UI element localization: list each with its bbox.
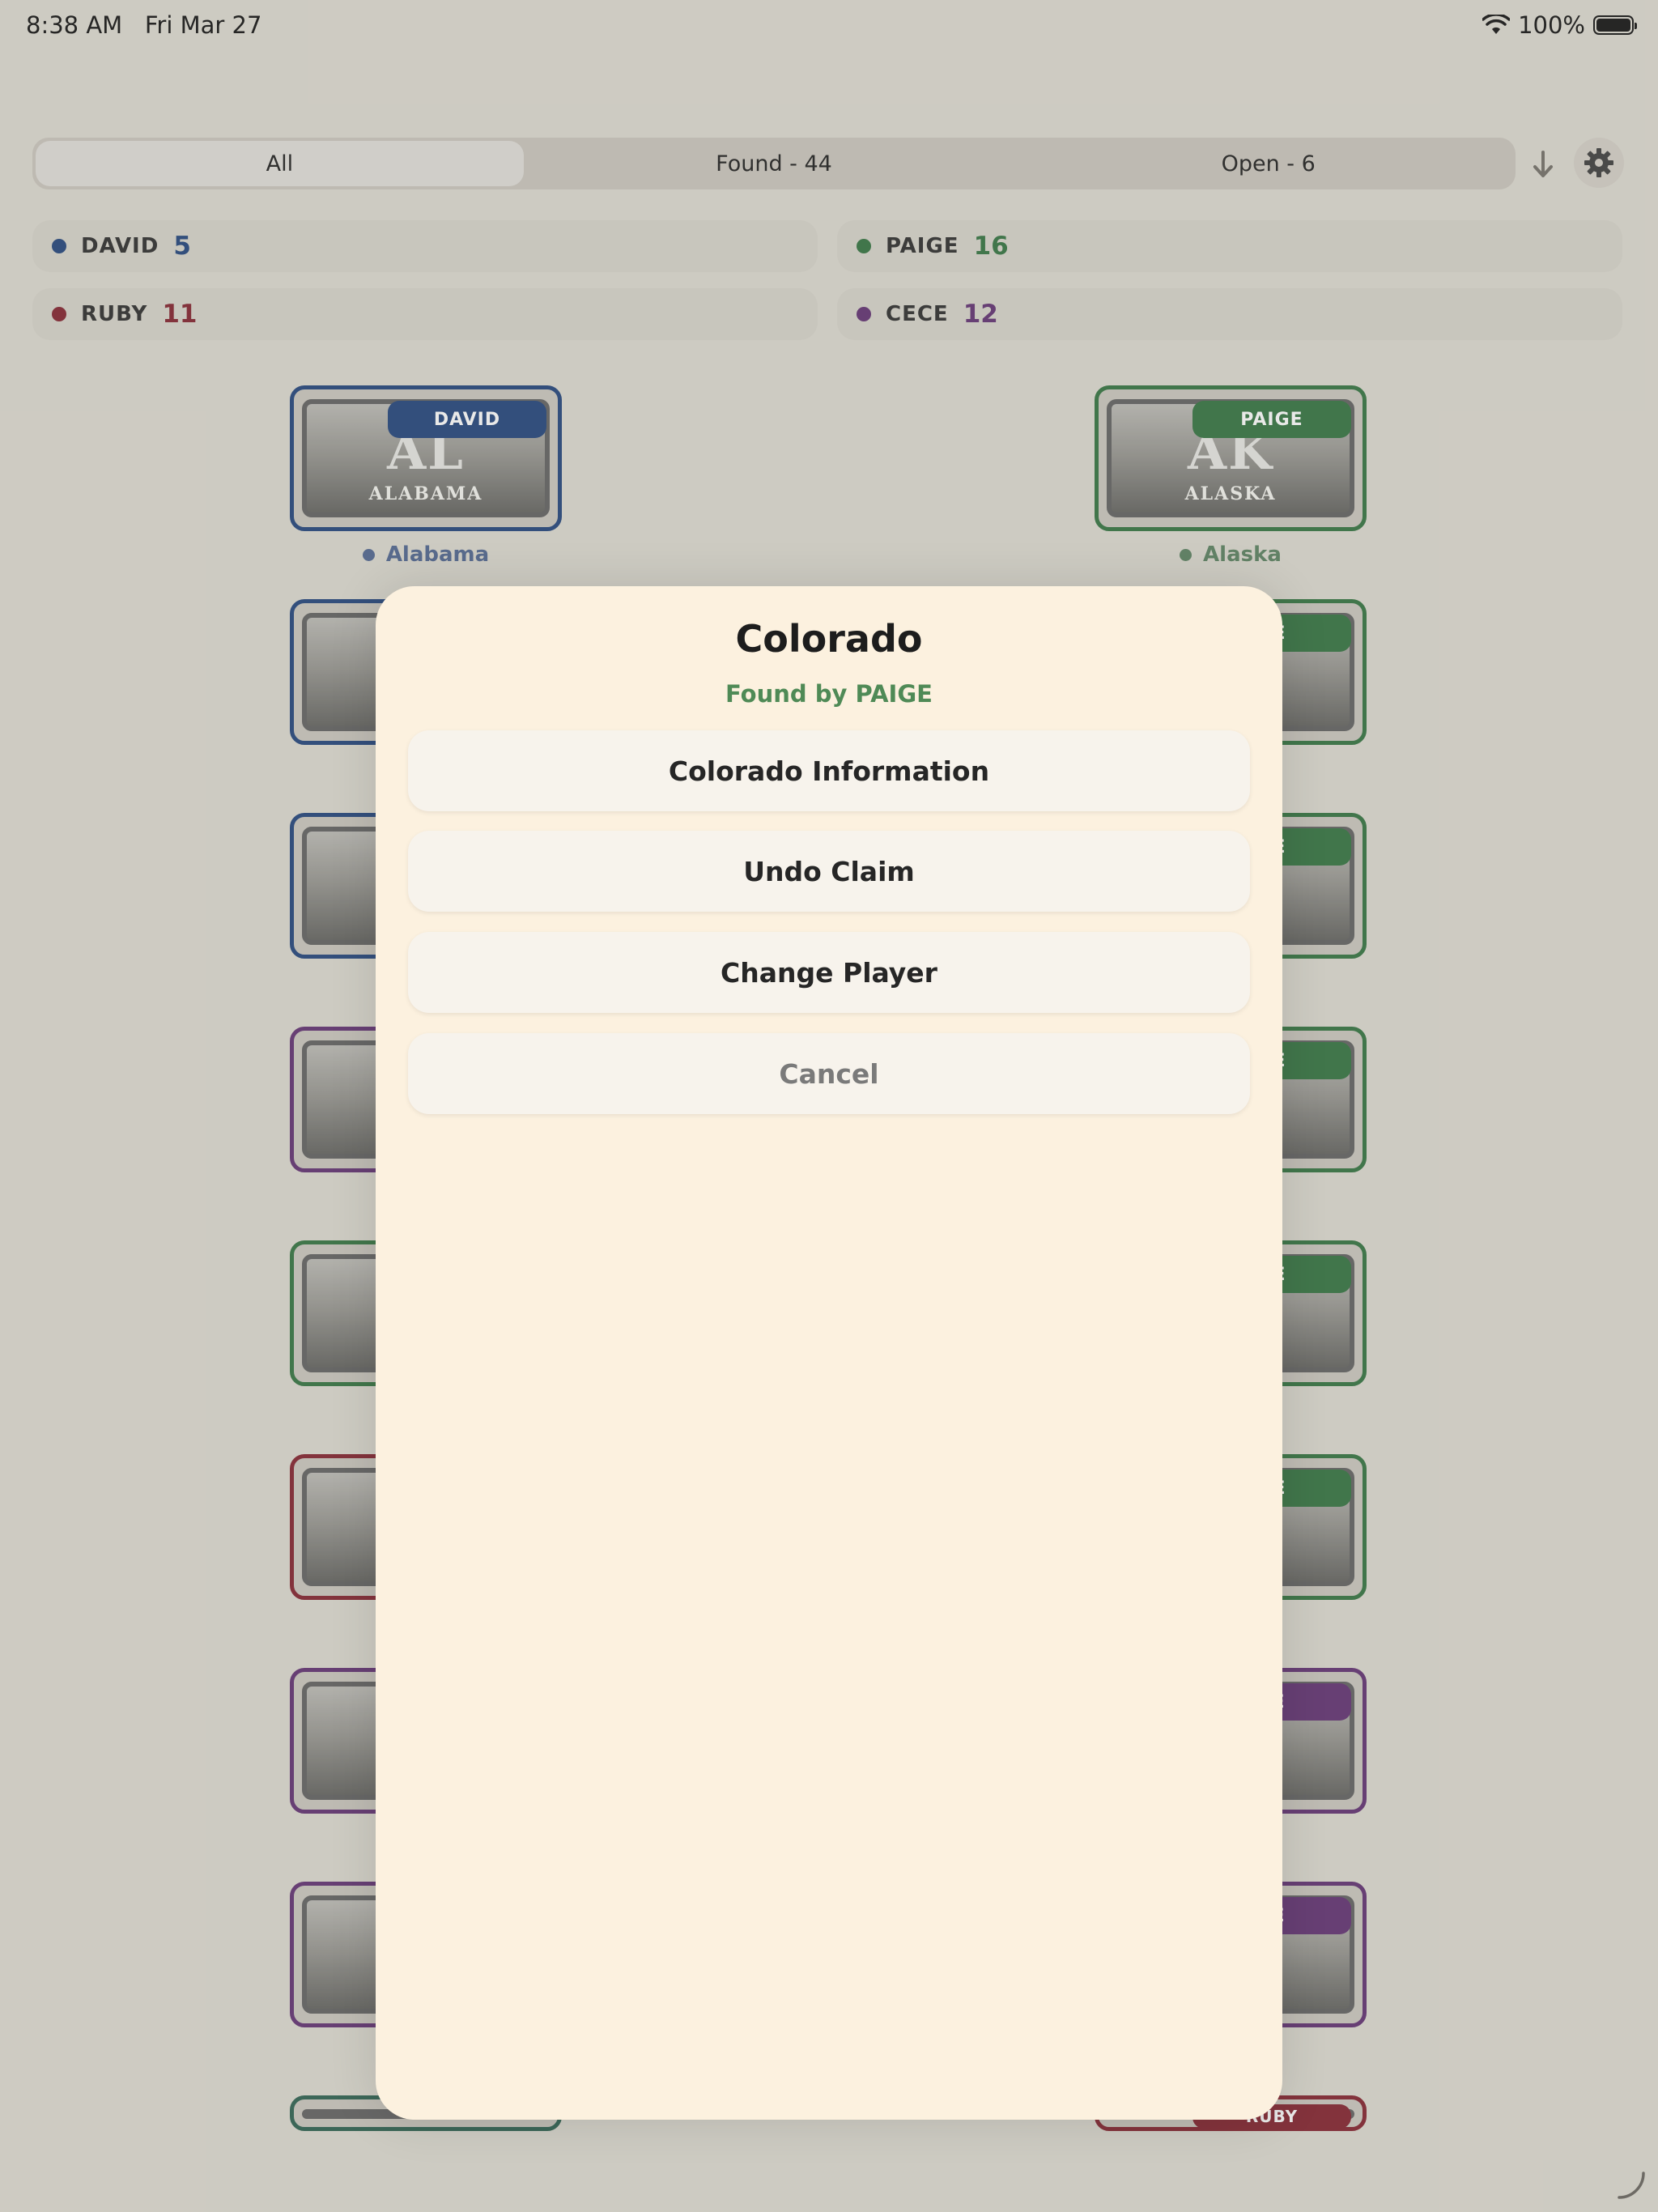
state-information-button[interactable]: Colorado Information xyxy=(408,730,1250,811)
sheet-title: Colorado xyxy=(735,617,923,661)
cancel-button[interactable]: Cancel xyxy=(408,1033,1250,1114)
state-action-sheet: Colorado Found by PAIGE Colorado Informa… xyxy=(376,586,1282,2120)
found-by-label: Found by PAIGE xyxy=(725,680,933,708)
undo-claim-button[interactable]: Undo Claim xyxy=(408,831,1250,912)
resize-grip-icon[interactable] xyxy=(1614,2168,1647,2201)
change-player-button[interactable]: Change Player xyxy=(408,932,1250,1013)
